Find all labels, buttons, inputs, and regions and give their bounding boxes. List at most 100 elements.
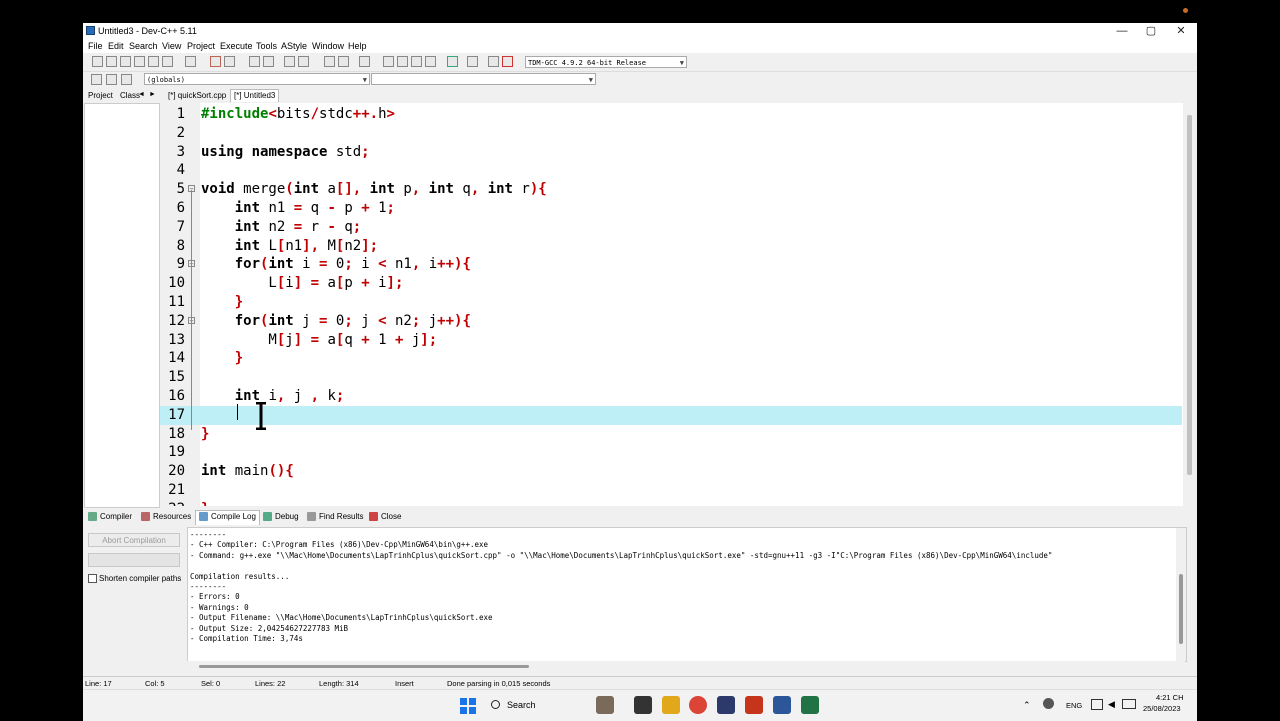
class-insert-icon[interactable] <box>106 74 117 85</box>
checkbox-icon[interactable] <box>88 574 97 584</box>
save-all-icon[interactable] <box>134 56 145 67</box>
maximize-button[interactable]: ▢ <box>1136 23 1166 39</box>
clock-date[interactable]: 25/08/2023 <box>1143 704 1181 713</box>
network-icon[interactable] <box>1091 699 1103 710</box>
windows-start-icon[interactable] <box>460 698 476 714</box>
rebuild-icon[interactable] <box>425 56 436 67</box>
syntax-check-icon[interactable] <box>447 56 458 67</box>
code-line[interactable]: 12− for(int j = 0; j < n2; j++){ <box>160 312 1182 331</box>
code-line[interactable]: 11 } <box>160 293 1182 312</box>
file-explorer-icon[interactable] <box>662 696 680 714</box>
print-icon[interactable] <box>185 56 196 67</box>
compile-log[interactable]: -------- - C++ Compiler: C:\Program Files… <box>187 527 1187 662</box>
menu-view[interactable]: View <box>162 41 181 51</box>
menu-search[interactable]: Search <box>129 41 158 51</box>
onedrive-icon[interactable] <box>1043 698 1054 709</box>
log-vertical-scrollbar[interactable] <box>1176 528 1186 661</box>
menu-file[interactable]: File <box>88 41 103 51</box>
tab-untitled3[interactable]: [*] Untitled3 <box>230 89 280 102</box>
tab-next-arrow-icon[interactable]: ► <box>149 91 156 98</box>
run-icon[interactable] <box>397 56 408 67</box>
battery-icon[interactable] <box>1122 699 1136 709</box>
code-line[interactable]: 2 <box>160 124 1182 143</box>
menu-window[interactable]: Window <box>312 41 344 51</box>
abort-compilation-button[interactable]: Abort Compilation <box>88 533 180 547</box>
forward-icon[interactable] <box>338 56 349 67</box>
tab-compile-log[interactable]: Compile Log <box>195 510 260 525</box>
code-editor[interactable]: 1 #include<bits/stdc++.h> 2 3 using namespac… <box>160 103 1197 506</box>
redo-icon[interactable] <box>224 56 235 67</box>
new-file-icon[interactable] <box>92 56 103 67</box>
class-toggle-icon[interactable] <box>121 74 132 85</box>
save-icon[interactable] <box>120 56 131 67</box>
menu-tools[interactable]: Tools <box>256 41 277 51</box>
code-line[interactable]: 9− for(int i = 0; i < n1, i++){ <box>160 255 1182 274</box>
editor-vertical-scrollbar[interactable] <box>1183 103 1197 506</box>
compile-run-icon[interactable] <box>411 56 422 67</box>
menu-edit[interactable]: Edit <box>108 41 124 51</box>
back-icon[interactable] <box>324 56 335 67</box>
volume-icon[interactable]: ◀ <box>1108 699 1115 710</box>
log-hscroll-thumb[interactable] <box>199 665 529 668</box>
code-line[interactable]: 15 <box>160 368 1182 387</box>
undo-icon[interactable] <box>210 56 221 67</box>
code-line[interactable]: 10 L[i] = a[p + i]; <box>160 274 1182 293</box>
chrome-icon[interactable] <box>689 696 707 714</box>
tab-debug[interactable]: Debug <box>263 512 299 522</box>
open-file-icon[interactable] <box>106 56 117 67</box>
tab-compiler[interactable]: Compiler <box>88 512 132 522</box>
chart-icon[interactable] <box>488 56 499 67</box>
devcpp-taskbar-icon[interactable] <box>717 696 735 714</box>
tab-close[interactable]: Close <box>369 512 401 522</box>
tab-prev-arrow-icon[interactable]: ◄ <box>138 91 145 98</box>
scroll-thumb[interactable] <box>1187 115 1192 475</box>
close-button[interactable]: ✕ <box>1166 23 1196 39</box>
code-line[interactable]: 19 <box>160 443 1182 462</box>
code-line[interactable]: 5−void merge(int a[], int p, int q, int … <box>160 180 1182 199</box>
tab-project[interactable]: Project <box>88 91 113 100</box>
tray-chevron-up-icon[interactable]: ⌃ <box>1023 700 1031 711</box>
code-line[interactable]: 18} <box>160 425 1182 444</box>
compiler-select[interactable]: TDM-GCC 4.9.2 64-bit Release ▼ <box>525 56 687 68</box>
xampp-icon[interactable] <box>745 696 763 714</box>
compile-icon[interactable] <box>383 56 394 67</box>
tab-classes[interactable]: Class <box>120 91 140 100</box>
code-line[interactable]: 20 int main(){ <box>160 462 1182 481</box>
task-view-icon[interactable] <box>634 696 652 714</box>
menu-project[interactable]: Project <box>187 41 215 51</box>
code-line[interactable]: 8 int L[n1], M[n2]; <box>160 237 1182 256</box>
tab-find-results[interactable]: Find Results <box>307 512 363 522</box>
clock-time[interactable]: 4:21 CH <box>1156 693 1184 702</box>
code-line[interactable]: 3 using namespace std; <box>160 143 1182 162</box>
code-line[interactable]: 1 #include<bits/stdc++.h> <box>160 105 1182 124</box>
goto-line-icon[interactable] <box>284 56 295 67</box>
widgets-icon[interactable] <box>596 696 614 714</box>
scope-select[interactable]: (globals) ▼ <box>144 73 370 85</box>
code-line[interactable]: 21 <box>160 481 1182 500</box>
tab-resources[interactable]: Resources <box>141 512 191 522</box>
excel-icon[interactable] <box>801 696 819 714</box>
code-line[interactable]: 14 } <box>160 349 1182 368</box>
close-file-icon[interactable] <box>148 56 159 67</box>
log-scroll-thumb[interactable] <box>1179 574 1183 644</box>
indent-icon[interactable] <box>298 56 309 67</box>
menu-astyle[interactable]: AStyle <box>281 41 307 51</box>
menu-execute[interactable]: Execute <box>220 41 253 51</box>
code-line[interactable]: 7 int n2 = r - q; <box>160 218 1182 237</box>
minimize-button[interactable]: — <box>1107 23 1137 39</box>
member-select[interactable]: ▼ <box>371 73 596 85</box>
debug-icon[interactable] <box>502 56 513 67</box>
code-line[interactable]: 17 <box>160 405 1182 425</box>
close-all-icon[interactable] <box>162 56 173 67</box>
find-icon[interactable] <box>249 56 260 67</box>
menu-help[interactable]: Help <box>348 41 367 51</box>
taskbar-search[interactable]: Search <box>487 696 597 715</box>
replace-icon[interactable] <box>263 56 274 67</box>
code-line[interactable]: 22} <box>160 500 1182 506</box>
stop-icon[interactable] <box>467 56 478 67</box>
log-horizontal-scrollbar[interactable] <box>187 661 1185 673</box>
tab-quicksort-cpp[interactable]: [*] quickSort.cpp <box>165 91 229 100</box>
code-line[interactable]: 13 M[j] = a[q + 1 + j]; <box>160 331 1182 350</box>
code-line[interactable]: 4 <box>160 161 1182 180</box>
shorten-paths-checkbox[interactable]: Shorten compiler paths <box>88 574 181 584</box>
